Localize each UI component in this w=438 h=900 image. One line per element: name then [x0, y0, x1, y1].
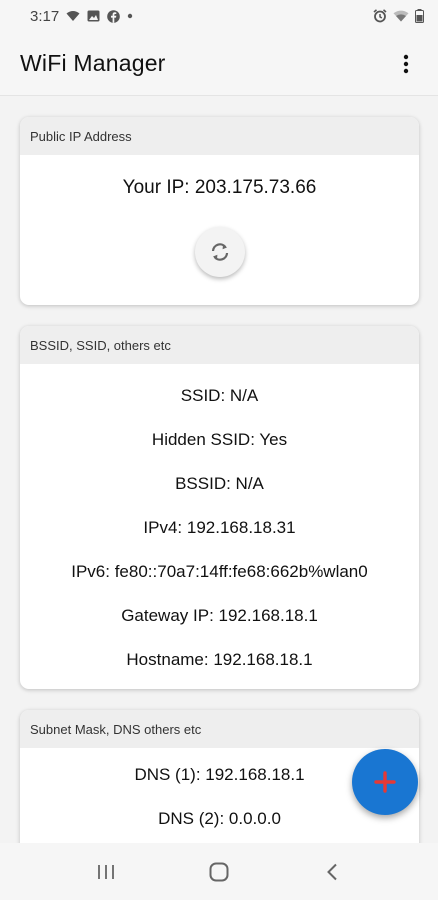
public-ip-card-header: Public IP Address — [20, 117, 419, 155]
recent-apps-icon[interactable] — [86, 852, 126, 892]
hidden-ssid-line: Hidden SSID: Yes — [151, 430, 288, 449]
subnet-card-header: Subnet Mask, DNS others etc — [20, 710, 419, 748]
bssid-card-body: SSID: N/A Hidden SSID: Yes BSSID: N/A IP… — [20, 364, 419, 682]
more-vert-icon[interactable] — [394, 48, 418, 80]
gateway-ip-line: Gateway IP: 192.168.18.1 — [121, 606, 318, 625]
ssid-line: SSID: N/A — [180, 386, 259, 405]
system-nav-bar — [0, 843, 438, 900]
bssid-card: BSSID, SSID, others etc SSID: N/A Hidden… — [20, 326, 419, 689]
public-ip-card-body: Your IP: 203.175.73.66 — [20, 155, 419, 277]
dns2-line: DNS (2): 0.0.0.0 — [158, 809, 281, 828]
app-bar: WiFi Manager — [0, 32, 438, 96]
ipv4-line: IPv4: 192.168.18.31 — [143, 518, 296, 537]
wifi-icon — [66, 10, 80, 22]
home-icon[interactable] — [199, 852, 239, 892]
ipv6-line: IPv6: fe80::70a7:14ff:fe68:662b%wlan0 — [71, 562, 368, 581]
bssid-line: BSSID: N/A — [175, 474, 264, 493]
status-right — [373, 9, 424, 23]
wifi-signal-icon — [393, 10, 409, 22]
public-ip-text: Your IP: 203.175.73.66 — [122, 177, 317, 198]
battery-icon — [415, 9, 424, 23]
image-icon — [87, 10, 100, 22]
back-icon[interactable] — [312, 852, 352, 892]
status-left: 3:17 — [30, 8, 133, 25]
bssid-card-header: BSSID, SSID, others etc — [20, 326, 419, 364]
dot-icon — [127, 13, 133, 19]
facebook-icon — [107, 9, 121, 23]
add-fab-button[interactable] — [352, 749, 418, 815]
dns1-line: DNS (1): 192.168.18.1 — [134, 765, 305, 784]
app-title: WiFi Manager — [20, 50, 166, 76]
hostname-line: Hostname: 192.168.18.1 — [126, 650, 313, 669]
alarm-icon — [373, 9, 387, 23]
refresh-icon — [209, 241, 231, 263]
refresh-button[interactable] — [194, 227, 245, 277]
status-time: 3:17 — [30, 7, 60, 25]
status-bar: 3:17 — [0, 0, 438, 32]
plus-icon — [374, 771, 396, 793]
public-ip-card: Public IP Address Your IP: 203.175.73.66 — [20, 117, 419, 305]
